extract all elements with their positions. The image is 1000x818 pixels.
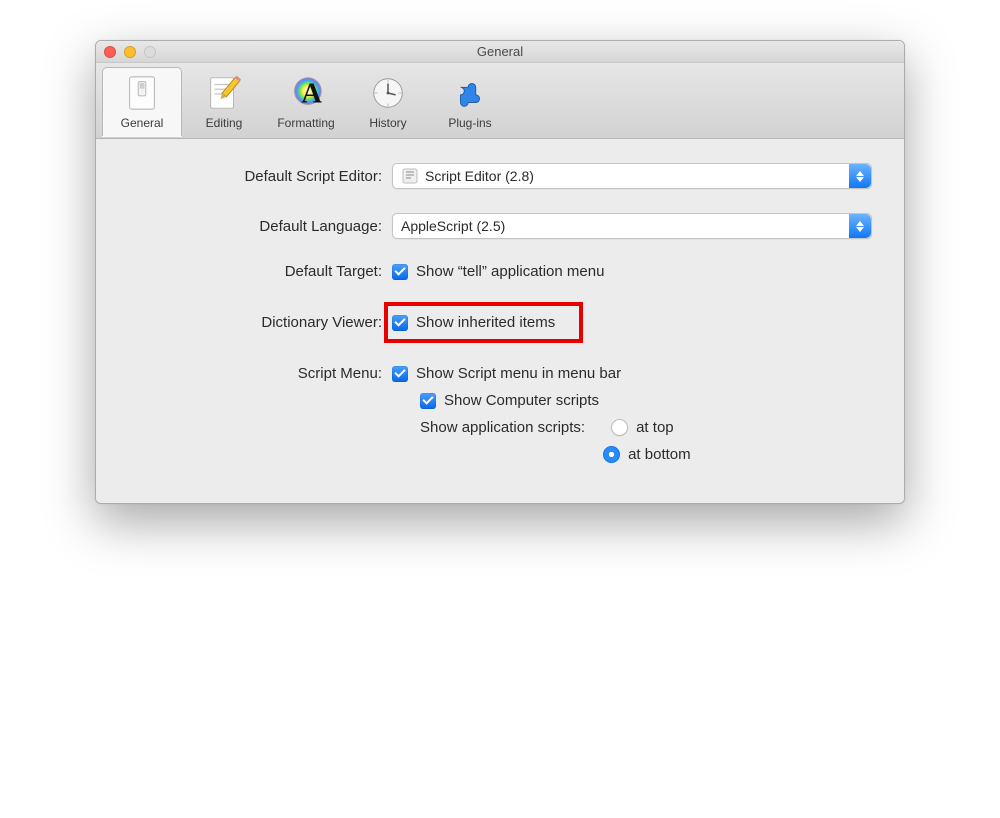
default-language-value: AppleScript (2.5) [401,218,505,234]
tab-plugins-label: Plug-ins [432,116,508,130]
show-computer-scripts-checkbox-label: Show Computer scripts [444,392,599,409]
tab-history[interactable]: History [348,68,428,136]
show-inherited-items-checkbox[interactable] [392,315,408,331]
script-menu-label: Script Menu: [124,365,392,382]
traffic-lights [104,46,156,58]
dictionary-viewer-label: Dictionary Viewer: [124,314,392,331]
titlebar[interactable]: General [96,41,904,63]
app-scripts-position-row-top: Show application scripts: at top [124,419,876,436]
window-title: General [477,44,523,59]
tab-plugins[interactable]: Plug-ins [430,68,510,136]
tab-formatting-label: Formatting [268,116,344,130]
editing-icon [186,72,262,114]
show-script-menu-checkbox-label: Show Script menu in menu bar [416,365,621,382]
preferences-window: General General Editing A Formatting His… [95,40,905,504]
default-script-editor-value: Script Editor (2.8) [425,168,534,184]
toolbar: General Editing A Formatting History Plu… [96,63,904,139]
tab-editing-label: Editing [186,116,262,130]
default-target-row: Default Target: Show “tell” application … [124,263,876,280]
default-language-popup[interactable]: AppleScript (2.5) [392,213,872,239]
show-tell-menu-checkbox-label: Show “tell” application menu [416,263,604,280]
default-script-editor-label: Default Script Editor: [124,168,392,185]
show-inherited-items-checkbox-label: Show inherited items [416,314,555,331]
tab-general-label: General [105,116,179,130]
show-computer-scripts-checkbox[interactable] [420,393,436,409]
close-button[interactable] [104,46,116,58]
content-pane: Default Script Editor: Script Editor (2.… [96,139,904,503]
app-scripts-at-bottom-radio[interactable] [603,446,620,463]
zoom-button [144,46,156,58]
show-tell-menu-checkbox[interactable] [392,264,408,280]
script-editor-app-icon [401,167,419,185]
default-script-editor-popup[interactable]: Script Editor (2.8) [392,163,872,189]
plugins-icon [432,72,508,114]
minimize-button[interactable] [124,46,136,58]
general-icon [105,72,179,114]
show-script-menu-checkbox[interactable] [392,366,408,382]
app-scripts-position-row-bottom: Show application scripts: at bottom [124,446,876,463]
tab-general[interactable]: General [102,67,182,136]
default-language-row: Default Language: AppleScript (2.5) [124,213,876,239]
popup-arrows-icon [849,214,871,238]
history-icon [350,72,426,114]
default-language-label: Default Language: [124,218,392,235]
formatting-icon: A [268,72,344,114]
tab-formatting[interactable]: A Formatting [266,68,346,136]
tab-history-label: History [350,116,426,130]
popup-arrows-icon [849,164,871,188]
script-menu-row: Script Menu: Show Script menu in menu ba… [124,365,876,382]
show-application-scripts-label: Show application scripts: [420,419,585,436]
dictionary-viewer-row: Dictionary Viewer: Show inherited items [124,304,876,341]
app-scripts-at-top-radio-label: at top [636,419,674,436]
tab-editing[interactable]: Editing [184,68,264,136]
default-target-label: Default Target: [124,263,392,280]
app-scripts-at-top-radio[interactable] [611,419,628,436]
svg-text:A: A [301,79,322,110]
default-script-editor-row: Default Script Editor: Script Editor (2.… [124,163,876,189]
app-scripts-at-bottom-radio-label: at bottom [628,446,691,463]
dictionary-viewer-cell: Show inherited items [392,304,579,341]
show-computer-scripts-row: Show Computer scripts [124,392,876,409]
